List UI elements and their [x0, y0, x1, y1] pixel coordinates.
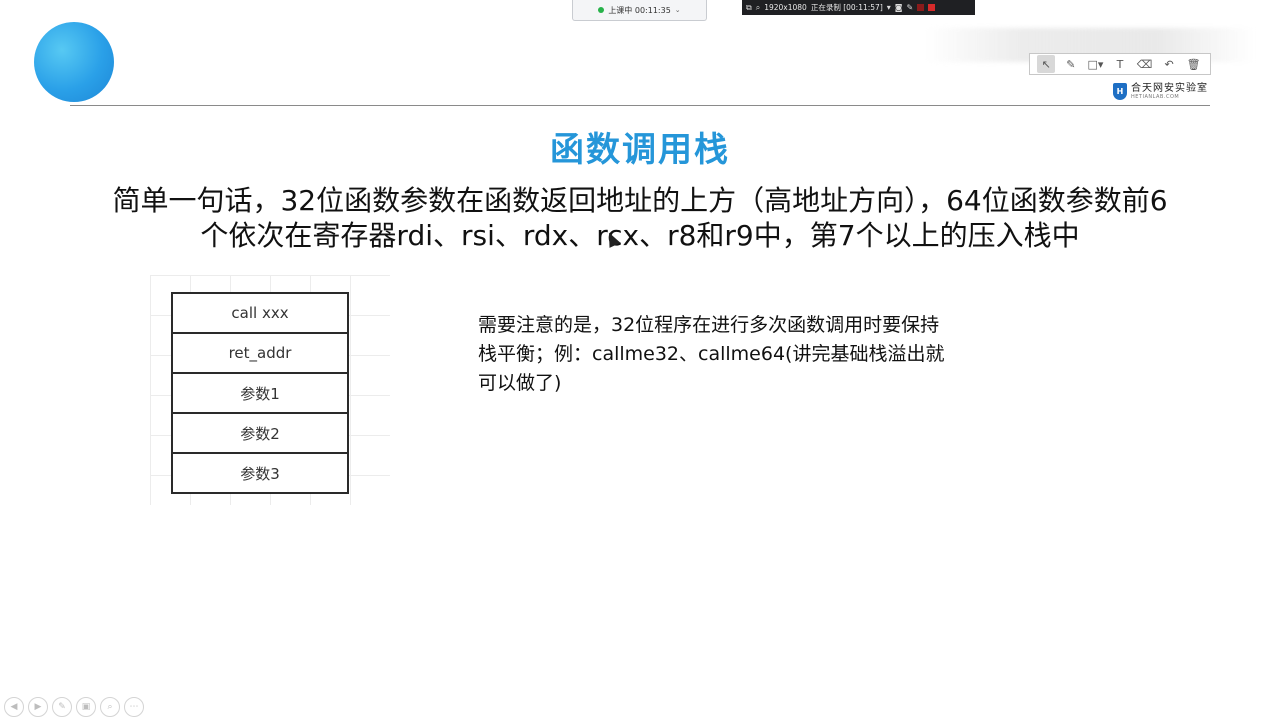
- class-status-label: 上课中 00:11:35: [608, 5, 671, 15]
- stack-cell: call xxx: [173, 294, 347, 334]
- brand-name: 合天网安实验室: [1131, 82, 1208, 94]
- slide-note-text: 需要注意的是，32位程序在进行多次函数调用时要保持栈平衡；例：callme32、…: [478, 314, 945, 394]
- camera-icon[interactable]: ◙: [895, 3, 903, 12]
- annotation-toolbar: ↖ ✎ □▾ T ⌫ ↶ 🗑: [1029, 53, 1211, 75]
- select-tool-icon[interactable]: ↖: [1037, 55, 1056, 73]
- shape-tool-icon[interactable]: □▾: [1086, 55, 1104, 73]
- slide-main-text: 简单一句话，32位函数参数在函数返回地址的上方（高地址方向），64位函数参数前6…: [112, 184, 1168, 252]
- screen-recorder-bar: ⧉ ⌕ 1920x1080 正在录制 [00:11:57] ▾ ◙ ✎: [742, 0, 975, 15]
- brand-logo: H 合天网安实验室 HETIANLAB.COM: [1113, 83, 1208, 100]
- more-options-icon[interactable]: ⋯: [124, 697, 144, 717]
- recording-resolution: 1920x1080: [764, 3, 807, 12]
- stack-cell: 参数2: [173, 414, 347, 454]
- stack-cell: ret_addr: [173, 334, 347, 374]
- stack-cell: 参数1: [173, 374, 347, 414]
- slides-icon[interactable]: ▣: [76, 697, 96, 717]
- window-icon[interactable]: ⧉: [746, 3, 752, 13]
- class-status-indicator[interactable]: 上课中 00:11:35 ⌄: [572, 0, 707, 21]
- shield-icon: H: [1113, 83, 1127, 100]
- stack-cell: 参数3: [240, 464, 280, 483]
- next-slide-icon[interactable]: ▶: [28, 697, 48, 717]
- decorative-circle-logo: [34, 22, 114, 102]
- chevron-down-icon: ⌄: [674, 6, 681, 14]
- dropdown-icon[interactable]: ▾: [887, 3, 891, 12]
- undo-tool-icon[interactable]: ↶: [1160, 55, 1178, 73]
- zoom-icon[interactable]: ⌕: [100, 697, 120, 717]
- search-icon[interactable]: ⌕: [756, 3, 760, 13]
- stack-diagram: call xxx ret_addr 参数1 参数2 参数3: [171, 292, 349, 494]
- delete-tool-icon[interactable]: 🗑: [1185, 55, 1203, 73]
- previous-slide-icon[interactable]: ◀: [4, 697, 24, 717]
- pen-icon[interactable]: ✎: [907, 3, 914, 12]
- text-tool-icon[interactable]: T: [1111, 55, 1129, 73]
- pen-icon[interactable]: ✎: [52, 697, 72, 717]
- pause-record-icon[interactable]: [917, 4, 925, 11]
- header-divider: [70, 105, 1210, 106]
- eraser-tool-icon[interactable]: ⌫: [1136, 55, 1154, 73]
- slide-title: 函数调用栈: [550, 130, 730, 170]
- brand-url: HETIANLAB.COM: [1131, 93, 1180, 100]
- stop-record-icon[interactable]: [928, 4, 936, 11]
- recording-status: 正在录制 [00:11:57]: [810, 3, 883, 12]
- presentation-nav: ◀ ▶ ✎ ▣ ⌕ ⋯: [4, 697, 144, 717]
- live-status-icon: [598, 7, 605, 13]
- pen-tool-icon[interactable]: ✎: [1062, 55, 1080, 73]
